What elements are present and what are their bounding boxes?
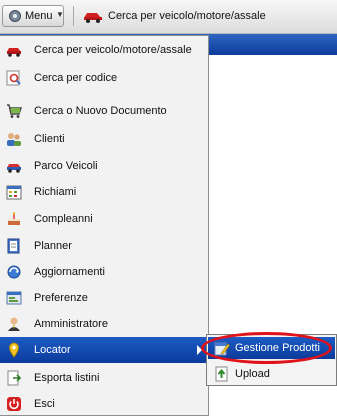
menu-item-label: Cerca per codice (34, 72, 118, 84)
menu-item-label: Cerca o Nuovo Documento (34, 105, 167, 117)
menu-item-amministratore[interactable]: Amministratore (0, 311, 208, 337)
menu-item-label: Preferenze (34, 292, 88, 304)
menu-item-richiami[interactable]: Richiami (0, 179, 208, 205)
customers-icon (7, 133, 21, 146)
chevron-down-icon: ▼ (56, 10, 64, 19)
location-pin-icon (8, 342, 20, 358)
menu-item-esporta-listini[interactable]: Esporta listini (0, 365, 208, 391)
menu-item-label: Parco Veicoli (34, 160, 98, 172)
upload-icon (215, 366, 228, 382)
menu-item-label: Locator (34, 344, 71, 356)
menu-button-label: Menu (25, 10, 53, 22)
update-icon (7, 265, 21, 279)
menu-item-document[interactable]: Cerca o Nuovo Documento (0, 98, 208, 124)
calendar-icon (6, 185, 22, 200)
car-icon[interactable] (83, 9, 103, 23)
submenu-item-label: Gestione Prodotti (235, 342, 320, 354)
submenu-arrow-icon (197, 345, 202, 355)
planner-icon (7, 238, 20, 254)
menu-item-clienti[interactable]: Clienti (0, 126, 208, 152)
submenu-item-gestione-prodotti[interactable]: Gestione Prodotti (208, 337, 335, 359)
menu-item-label: Esci (34, 398, 55, 410)
preferences-icon (6, 291, 22, 305)
menu-item-label: Aggiornamenti (34, 266, 105, 278)
menu-item-label: Compleanni (34, 213, 93, 225)
menu-item-parco-veicoli[interactable]: Parco Veicoli (0, 153, 208, 179)
menu-item-compleanni[interactable]: Compleanni (0, 206, 208, 232)
menu-item-search-code[interactable]: Cerca per codice (0, 65, 208, 91)
vehicle-search-toolbar-button[interactable]: Cerca per veicolo/motore/assale (108, 10, 266, 22)
toolbar-separator (73, 6, 74, 26)
main-menu: Cerca per veicolo/motore/assale Cerca pe… (0, 35, 209, 416)
menu-button[interactable]: Menu ▼ (2, 5, 64, 27)
menu-item-vehicle-search[interactable]: Cerca per veicolo/motore/assale (0, 37, 208, 63)
locator-submenu: Gestione Prodotti Upload (206, 334, 337, 386)
menu-item-planner[interactable]: Planner (0, 233, 208, 259)
search-code-icon (6, 70, 21, 86)
menu-item-aggiornamenti[interactable]: Aggiornamenti (0, 259, 208, 285)
menu-item-label: Amministratore (34, 318, 108, 330)
submenu-item-upload[interactable]: Upload (208, 363, 335, 385)
menu-item-label: Planner (34, 240, 72, 252)
power-icon (7, 397, 21, 411)
menu-item-esci[interactable]: Esci (0, 391, 208, 417)
edit-products-icon (214, 342, 230, 356)
vehicle-fleet-icon (7, 164, 21, 173)
cake-icon (8, 212, 20, 225)
submenu-item-label: Upload (235, 368, 270, 380)
menu-item-label: Clienti (34, 133, 65, 145)
menu-item-locator[interactable]: Locator (0, 337, 208, 363)
export-icon (7, 370, 22, 386)
gear-icon (9, 10, 21, 22)
menu-item-label: Richiami (34, 186, 77, 198)
shopping-cart-icon (7, 104, 22, 118)
administrator-icon (8, 317, 20, 331)
menu-item-label: Esporta listini (34, 372, 100, 384)
menu-item-preferenze[interactable]: Preferenze (0, 285, 208, 311)
car-icon (7, 48, 21, 57)
menu-item-label: Cerca per veicolo/motore/assale (34, 44, 192, 56)
toolbar: Menu ▼ Cerca per veicolo/motore/assale (0, 0, 337, 34)
